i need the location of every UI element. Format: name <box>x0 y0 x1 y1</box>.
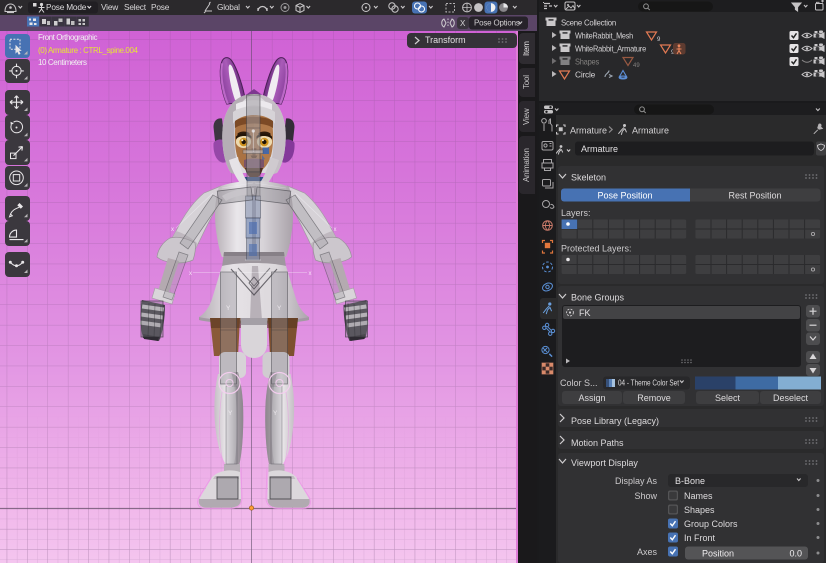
svg-text:04 - Theme Color Set: 04 - Theme Color Set <box>618 379 680 388</box>
svg-text:Deselect: Deselect <box>773 393 809 403</box>
svg-text:Armature: Armature <box>632 126 669 136</box>
svg-text:x: x <box>171 227 174 233</box>
svg-text:Pose Position: Pose Position <box>597 191 652 201</box>
svg-text:Shapes: Shapes <box>684 505 715 515</box>
svg-text:Y: Y <box>226 305 231 312</box>
svg-text:Y: Y <box>273 410 278 417</box>
svg-text:x: x <box>189 271 192 277</box>
svg-text:Position: Position <box>702 549 734 559</box>
svg-text:Shapes: Shapes <box>575 57 599 67</box>
svg-text:Remove: Remove <box>637 393 671 403</box>
svg-text:Select: Select <box>715 393 741 403</box>
svg-text:Pose Options: Pose Options <box>474 19 520 28</box>
svg-text:Circle: Circle <box>575 70 596 80</box>
svg-text:Group Colors: Group Colors <box>684 519 738 529</box>
svg-text:View: View <box>101 2 119 12</box>
svg-text:In Front: In Front <box>684 533 716 543</box>
svg-text:WhiteRabbit_Mesh: WhiteRabbit_Mesh <box>575 31 633 41</box>
svg-text:Display As: Display As <box>615 476 658 486</box>
svg-text:X: X <box>460 19 466 28</box>
svg-text:Pose Library (Legacy): Pose Library (Legacy) <box>571 416 659 426</box>
svg-text:x: x <box>309 271 312 277</box>
svg-text:Bone Groups: Bone Groups <box>571 293 625 303</box>
svg-text:Assign: Assign <box>578 393 605 403</box>
svg-text:Motion Paths: Motion Paths <box>571 438 624 448</box>
svg-text:Protected Layers:: Protected Layers: <box>561 244 632 254</box>
svg-text:x: x <box>334 227 337 233</box>
svg-text:Axes: Axes <box>637 547 658 557</box>
svg-text:0.0: 0.0 <box>789 549 802 559</box>
svg-text:Pose Mode: Pose Mode <box>46 2 87 12</box>
svg-text:49: 49 <box>633 63 640 69</box>
svg-text:WhiteRabbit_Armature: WhiteRabbit_Armature <box>575 44 646 54</box>
svg-text:Armature: Armature <box>581 144 618 154</box>
svg-text:Select: Select <box>124 2 147 12</box>
svg-text:Names: Names <box>684 491 713 501</box>
svg-text:Pose: Pose <box>151 2 170 12</box>
svg-text:Layers:: Layers: <box>561 208 591 218</box>
svg-text:Y: Y <box>228 410 233 417</box>
svg-text:Global: Global <box>217 2 240 12</box>
svg-text:B-Bone: B-Bone <box>675 476 705 486</box>
svg-text:Color S...: Color S... <box>560 378 598 388</box>
svg-text:Scene Collection: Scene Collection <box>561 18 616 28</box>
svg-text:Y: Y <box>277 305 282 312</box>
svg-text:Rest Position: Rest Position <box>728 191 781 201</box>
svg-text:9: 9 <box>657 37 661 43</box>
svg-text:Skeleton: Skeleton <box>571 173 606 183</box>
svg-text:Armature: Armature <box>570 126 607 136</box>
svg-text:Show: Show <box>634 491 657 501</box>
svg-text:Viewport Display: Viewport Display <box>571 458 638 468</box>
svg-text:FK: FK <box>579 308 591 318</box>
